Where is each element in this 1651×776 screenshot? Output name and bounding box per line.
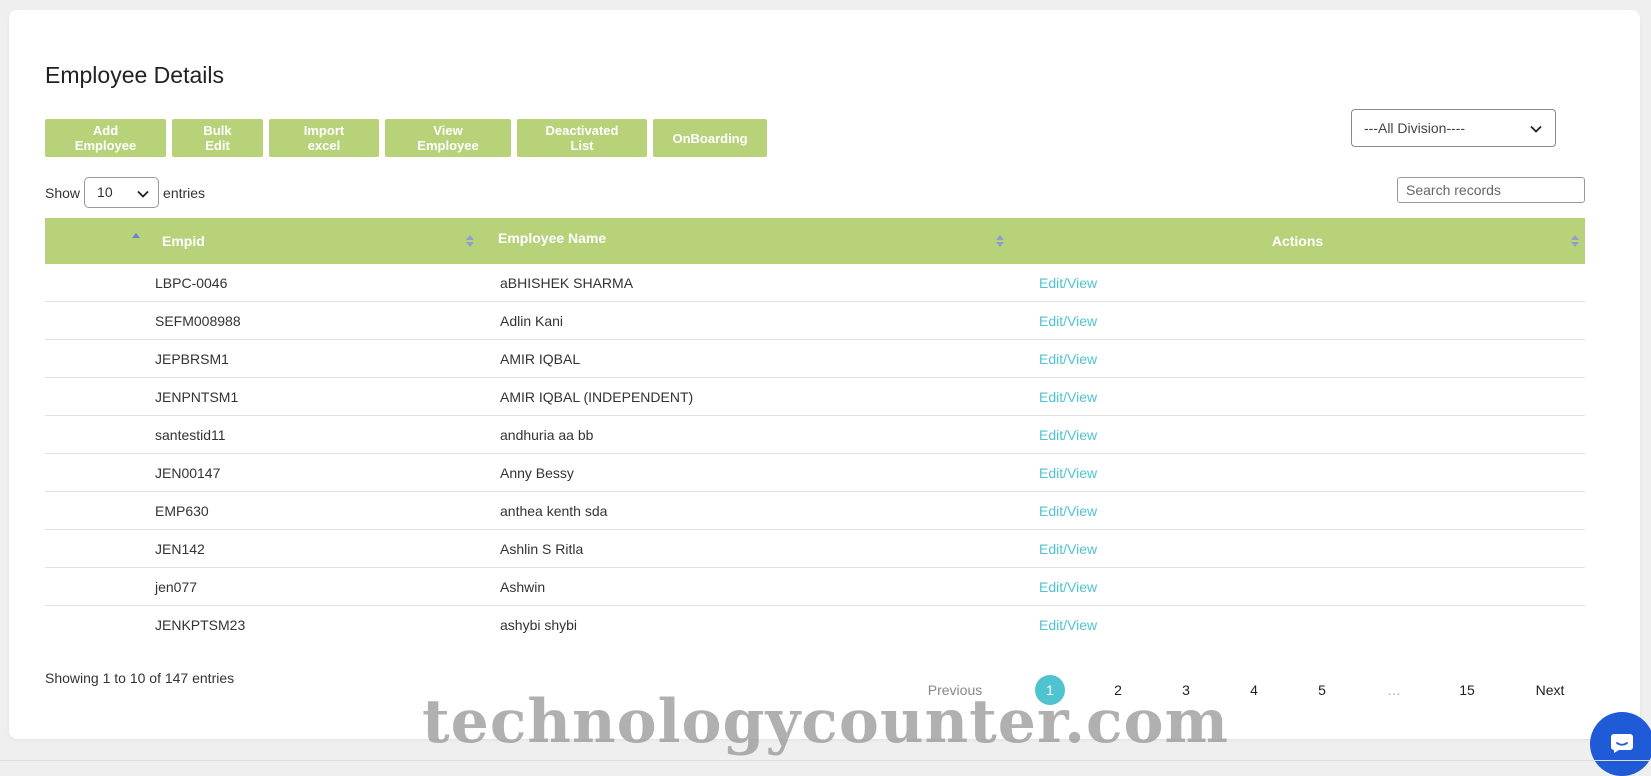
deactivated-list-button[interactable]: Deactivated List xyxy=(517,119,647,157)
show-label: Show xyxy=(45,184,81,201)
search-input[interactable] xyxy=(1397,177,1585,203)
table-row: SEFM008988 Adlin Kani Edit/View xyxy=(45,302,1585,340)
column-header-empid[interactable]: Empid xyxy=(150,218,480,264)
bulk-edit-button[interactable]: Bulk Edit xyxy=(172,119,263,157)
column-header-actions-label: Actions xyxy=(1271,233,1324,249)
empid-cell: JEN142 xyxy=(155,541,205,557)
division-select-value: ---All Division---- xyxy=(1364,120,1466,136)
empid-cell: jen077 xyxy=(155,579,198,595)
pagination-page-1[interactable]: 1 xyxy=(1035,675,1065,705)
chevron-down-icon xyxy=(137,190,149,198)
edit-view-link[interactable]: Edit/View xyxy=(1039,503,1097,519)
table-row: LBPC-0046 aBHISHEK SHARMA Edit/View xyxy=(45,264,1585,302)
employee-table: Empid Employee Name Actions LBPC-0046 aB… xyxy=(45,218,1585,644)
empid-cell: JENKPTSM23 xyxy=(155,617,246,633)
page-length-control: Show 10 entries xyxy=(45,177,205,208)
empid-cell: JEN00147 xyxy=(155,465,221,481)
table-row: JEN00147 Anny Bessy Edit/View xyxy=(45,454,1585,492)
toolbar-buttons: Add Employee Bulk Edit Import excel View… xyxy=(45,119,767,157)
employee-name-cell: Ashwin xyxy=(500,579,546,595)
table-header: Empid Employee Name Actions xyxy=(45,218,1585,264)
employee-name-cell: ashybi shybi xyxy=(500,617,578,633)
table-body: LBPC-0046 aBHISHEK SHARMA Edit/View SEFM… xyxy=(45,264,1585,644)
table-row: santestid11 andhuria aa bb Edit/View xyxy=(45,416,1585,454)
table-info: Showing 1 to 10 of 147 entries xyxy=(45,670,235,686)
pagination-previous[interactable]: Previous xyxy=(920,675,990,705)
pagination-ellipsis: … xyxy=(1387,682,1401,698)
edit-view-link[interactable]: Edit/View xyxy=(1039,579,1097,595)
empid-cell: LBPC-0046 xyxy=(155,275,228,291)
sort-arrows-icon xyxy=(996,235,1004,247)
edit-view-link[interactable]: Edit/View xyxy=(1039,541,1097,557)
pagination-page-15[interactable]: 15 xyxy=(1452,675,1482,705)
edit-view-link[interactable]: Edit/View xyxy=(1039,313,1097,329)
edit-view-link[interactable]: Edit/View xyxy=(1039,465,1097,481)
column-header-employee-name-label: Employee Name xyxy=(498,230,607,246)
employee-name-cell: AMIR IQBAL (INDEPENDENT) xyxy=(500,389,694,405)
table-row: EMP630 anthea kenth sda Edit/View xyxy=(45,492,1585,530)
empid-cell: EMP630 xyxy=(155,503,209,519)
edit-view-link[interactable]: Edit/View xyxy=(1039,351,1097,367)
employee-name-cell: AMIR IQBAL xyxy=(500,351,581,367)
employee-name-cell: aBHISHEK SHARMA xyxy=(500,275,634,291)
column-header-actions[interactable]: Actions xyxy=(1010,218,1585,264)
pagination-page-3[interactable]: 3 xyxy=(1171,675,1201,705)
chat-button[interactable] xyxy=(1590,712,1651,776)
employee-name-cell: anthea kenth sda xyxy=(500,503,608,519)
entries-length-value: 10 xyxy=(97,184,113,200)
division-select[interactable]: ---All Division---- xyxy=(1351,109,1556,147)
edit-view-link[interactable]: Edit/View xyxy=(1039,617,1097,633)
column-header-employee-name[interactable]: Employee Name xyxy=(480,218,1010,264)
import-excel-button[interactable]: Import excel xyxy=(269,119,379,157)
pagination-page-5[interactable]: 5 xyxy=(1307,675,1337,705)
table-row: jen077 Ashwin Edit/View xyxy=(45,568,1585,606)
entries-label: entries xyxy=(163,184,206,201)
empid-cell: SEFM008988 xyxy=(155,313,241,329)
table-row: JENKPTSM23 ashybi shybi Edit/View xyxy=(45,606,1585,644)
table-row: JENPNTSM1 AMIR IQBAL (INDEPENDENT) Edit/… xyxy=(45,378,1585,416)
view-employee-button[interactable]: View Employee xyxy=(385,119,511,157)
column-header-empid-label: Empid xyxy=(162,233,205,249)
entries-length-select[interactable]: 10 xyxy=(84,177,160,208)
empid-cell: JENPNTSM1 xyxy=(155,389,239,405)
edit-view-link[interactable]: Edit/View xyxy=(1039,427,1097,443)
sort-arrows-icon xyxy=(466,235,474,247)
sort-asc-icon xyxy=(132,233,140,238)
employee-name-cell: Anny Bessy xyxy=(500,465,574,481)
employee-name-cell: Adlin Kani xyxy=(500,313,564,329)
pagination-page-2[interactable]: 2 xyxy=(1103,675,1133,705)
table-row: JEPBRSM1 AMIR IQBAL Edit/View xyxy=(45,340,1585,378)
edit-view-link[interactable]: Edit/View xyxy=(1039,275,1097,291)
chat-bubble-icon xyxy=(1611,734,1633,753)
add-employee-button[interactable]: Add Employee xyxy=(45,119,166,157)
employee-name-cell: andhuria aa bb xyxy=(500,427,594,443)
edit-view-link[interactable]: Edit/View xyxy=(1039,389,1097,405)
onboarding-button[interactable]: OnBoarding xyxy=(653,119,767,157)
empid-cell: JEPBRSM1 xyxy=(155,351,229,367)
employee-name-cell: Ashlin S Ritla xyxy=(500,541,584,557)
page-title: Employee Details xyxy=(45,62,224,88)
chevron-down-icon xyxy=(1530,125,1542,133)
pagination-next[interactable]: Next xyxy=(1530,675,1570,705)
pagination-page-4[interactable]: 4 xyxy=(1239,675,1269,705)
empid-cell: santestid11 xyxy=(155,427,226,443)
table-row: JEN142 Ashlin S Ritla Edit/View xyxy=(45,530,1585,568)
column-header-index[interactable] xyxy=(45,218,150,264)
sort-arrows-icon xyxy=(1571,235,1579,247)
divider xyxy=(0,760,1651,761)
